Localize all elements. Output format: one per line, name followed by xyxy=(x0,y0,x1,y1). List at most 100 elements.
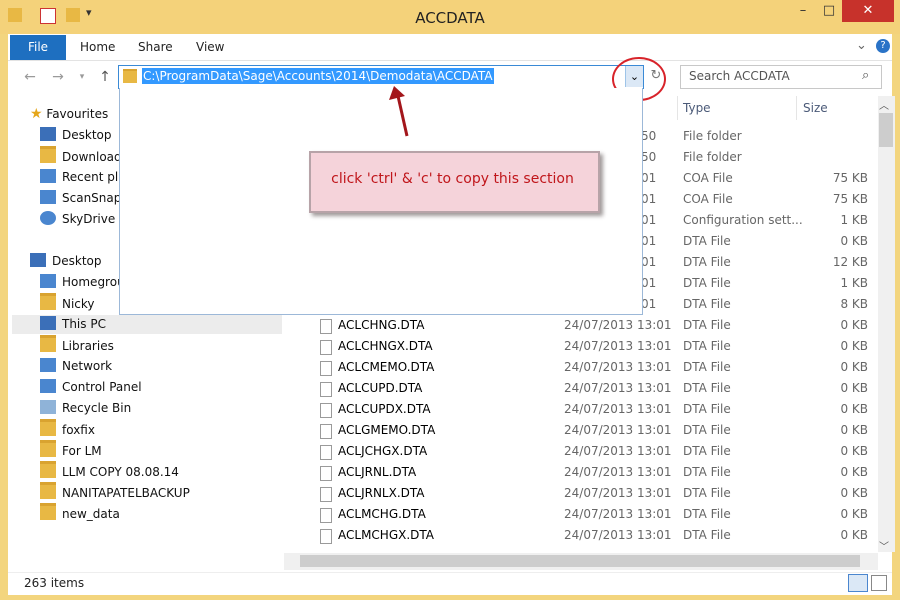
file-type: DTA File xyxy=(683,486,731,500)
file-name: ACLGMEMO.DTA xyxy=(338,423,436,437)
recent-locations-icon[interactable]: ▾ xyxy=(72,67,92,87)
column-header-size[interactable]: Size xyxy=(803,101,828,115)
file-date: 24/07/2013 13:01 xyxy=(564,360,672,374)
close-button[interactable]: ✕ xyxy=(842,0,894,22)
homegroup-icon xyxy=(40,274,56,288)
sidebar-item-libraries[interactable]: Libraries xyxy=(40,335,114,355)
sidebar-item-llm-copy[interactable]: LLM COPY 08.08.14 xyxy=(40,461,179,481)
address-folder-icon xyxy=(123,69,137,83)
file-date: 01 xyxy=(641,192,657,206)
file-type: DTA File xyxy=(683,255,731,269)
address-path[interactable]: C:\ProgramData\Sage\Accounts\2014\Demoda… xyxy=(142,68,494,84)
ribbon-expand-icon[interactable]: ⌄ xyxy=(856,38,867,53)
folder-icon xyxy=(40,419,56,436)
user-folder-icon xyxy=(40,293,56,310)
sidebar-label: Control Panel xyxy=(62,380,142,394)
file-size: 1 KB xyxy=(840,276,868,290)
sidebar-item-nanitapatel[interactable]: NANITAPATELBACKUP xyxy=(40,482,190,502)
scroll-down-icon[interactable]: ﹀ xyxy=(879,538,889,553)
file-size: 0 KB xyxy=(840,360,868,374)
callout-text: click 'ctrl' & 'c' to copy this section xyxy=(331,171,574,187)
file-type: COA File xyxy=(683,171,733,185)
file-icon xyxy=(320,529,332,544)
sidebar-item-this-pc[interactable]: This PC xyxy=(40,314,106,334)
star-icon: ★ xyxy=(30,106,43,122)
file-date: 50 xyxy=(641,129,657,143)
sidebar-desktop-root[interactable]: Desktop xyxy=(30,251,102,271)
file-name: ACLMCHGX.DTA xyxy=(338,528,434,542)
sidebar-favourites[interactable]: ★ Favourites xyxy=(30,104,108,124)
file-size: 0 KB xyxy=(840,423,868,437)
up-icon[interactable]: ↑ xyxy=(95,67,115,87)
libraries-icon xyxy=(40,335,56,352)
computer-icon xyxy=(40,316,56,330)
file-type: DTA File xyxy=(683,318,731,332)
status-bar xyxy=(8,572,892,595)
large-icons-view-icon[interactable] xyxy=(871,575,887,591)
file-type: DTA File xyxy=(683,507,731,521)
back-icon[interactable]: ← xyxy=(20,67,40,87)
sidebar-item-homegroup[interactable]: Homegrou xyxy=(40,272,125,292)
file-type: DTA File xyxy=(683,234,731,248)
tab-file[interactable]: File xyxy=(10,35,66,60)
file-size: 12 KB xyxy=(832,255,868,269)
sidebar-label: Homegrou xyxy=(62,275,125,289)
file-icon xyxy=(320,508,332,523)
scroll-up-icon[interactable]: ︿ xyxy=(879,97,889,112)
file-icon xyxy=(320,319,332,334)
sidebar-item-downloads[interactable]: Downloads xyxy=(40,146,128,166)
file-date: 01 xyxy=(641,171,657,185)
sidebar-item-network[interactable]: Network xyxy=(40,356,112,376)
maximize-button[interactable]: □ xyxy=(816,0,842,22)
sidebar-item-foxfix[interactable]: foxfix xyxy=(40,419,95,439)
search-icon[interactable]: ⌕ xyxy=(862,68,869,83)
sidebar-item-for-lm[interactable]: For LM xyxy=(40,440,102,460)
file-icon xyxy=(320,445,332,460)
tab-view[interactable]: View xyxy=(196,35,224,60)
file-size: 0 KB xyxy=(840,444,868,458)
sidebar-item-skydrive[interactable]: SkyDrive xyxy=(40,209,115,229)
sidebar-item-new-data[interactable]: new_data xyxy=(40,503,120,523)
sidebar-item-nicky[interactable]: Nicky xyxy=(40,293,95,313)
file-date: 24/07/2013 13:01 xyxy=(564,423,672,437)
file-size: 75 KB xyxy=(832,171,868,185)
file-icon xyxy=(320,466,332,481)
item-count: 263 items xyxy=(24,576,85,590)
sidebar-label: Network xyxy=(62,359,113,373)
vertical-scroll-thumb[interactable] xyxy=(879,113,893,147)
horizontal-scroll-thumb[interactable] xyxy=(300,555,860,567)
column-divider[interactable] xyxy=(677,96,678,120)
sidebar-item-recycle-bin[interactable]: Recycle Bin xyxy=(40,398,131,418)
desktop-icon xyxy=(40,127,56,141)
help-icon[interactable]: ? xyxy=(876,39,890,53)
file-name: ACLCHNG.DTA xyxy=(338,318,425,332)
file-date: 24/07/2013 13:01 xyxy=(564,339,672,353)
file-icon xyxy=(320,382,332,397)
tab-share[interactable]: Share xyxy=(138,35,173,60)
file-type: DTA File xyxy=(683,276,731,290)
sidebar-label: SkyDrive xyxy=(62,212,116,226)
folder-icon xyxy=(40,503,56,520)
file-size: 0 KB xyxy=(840,381,868,395)
sidebar-item-control-panel[interactable]: Control Panel xyxy=(40,377,142,397)
sidebar-label: Desktop xyxy=(52,254,102,268)
minimize-button[interactable]: – xyxy=(790,0,816,22)
file-name: ACLCMEMO.DTA xyxy=(338,360,435,374)
file-name: ACLCUPDX.DTA xyxy=(338,402,431,416)
column-divider[interactable] xyxy=(796,96,797,120)
file-type: DTA File xyxy=(683,528,731,542)
sidebar-label: NANITAPATELBACKUP xyxy=(62,486,190,500)
file-size: 75 KB xyxy=(832,192,868,206)
file-date: 24/07/2013 13:01 xyxy=(564,486,672,500)
details-view-icon[interactable] xyxy=(848,574,868,592)
vertical-scrollbar[interactable] xyxy=(878,96,895,552)
file-date: 01 xyxy=(641,297,657,311)
file-name: ACLCUPD.DTA xyxy=(338,381,423,395)
column-header-type[interactable]: Type xyxy=(683,101,711,115)
file-icon xyxy=(320,487,332,502)
sidebar-item-desktop[interactable]: Desktop xyxy=(40,125,112,145)
arrow-shaft xyxy=(396,95,409,137)
file-date: 01 xyxy=(641,213,657,227)
forward-icon[interactable]: → xyxy=(48,67,68,87)
tab-home[interactable]: Home xyxy=(80,35,115,60)
